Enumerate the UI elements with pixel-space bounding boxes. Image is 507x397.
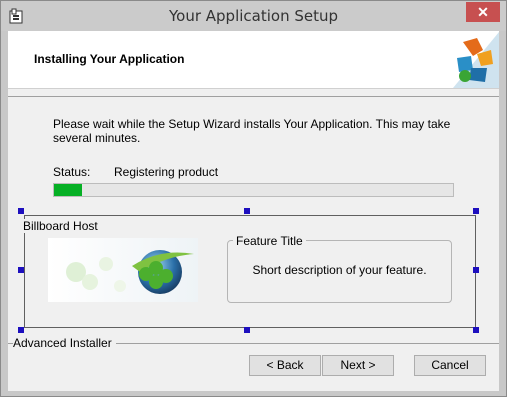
- setup-window: Your Application Setup ✕ Installing Your…: [0, 0, 507, 397]
- title-bar[interactable]: Your Application Setup ✕: [1, 1, 506, 31]
- page-title: Installing Your Application: [34, 52, 185, 66]
- close-button[interactable]: ✕: [466, 2, 500, 22]
- resize-handle-left[interactable]: [18, 267, 24, 273]
- feature-description: Short description of your feature.: [252, 263, 427, 277]
- resize-handle-bottom[interactable]: [244, 327, 250, 333]
- close-icon: ✕: [477, 4, 489, 20]
- resize-handle-top-right[interactable]: [473, 208, 479, 214]
- resize-handle-top[interactable]: [244, 208, 250, 214]
- progress-fill: [54, 184, 82, 196]
- back-button[interactable]: < Back: [249, 355, 321, 376]
- next-button[interactable]: Next >: [322, 355, 394, 376]
- window-title: Your Application Setup: [168, 7, 339, 25]
- wizard-client-area: Installing Your Application Please wait …: [8, 31, 499, 391]
- feature-title: Feature Title: [233, 234, 306, 248]
- resize-handle-bottom-right[interactable]: [473, 327, 479, 333]
- resize-handle-bottom-left[interactable]: [18, 327, 24, 333]
- install-progress-bar: [53, 183, 454, 197]
- resize-handle-right[interactable]: [473, 267, 479, 273]
- status-value: Registering product: [114, 165, 219, 179]
- resize-handle-top-left[interactable]: [18, 208, 24, 214]
- header-divider: [8, 96, 499, 97]
- installer-logo-icon: [443, 32, 499, 88]
- billboard-host-label: Billboard Host: [23, 219, 98, 233]
- cancel-button[interactable]: Cancel: [414, 355, 486, 376]
- billboard-image: [48, 238, 198, 302]
- install-message: Please wait while the Setup Wizard insta…: [53, 117, 451, 145]
- wizard-header: Installing Your Application: [8, 31, 499, 89]
- brand-label: Advanced Installer: [13, 336, 116, 350]
- status-label: Status:: [53, 165, 91, 179]
